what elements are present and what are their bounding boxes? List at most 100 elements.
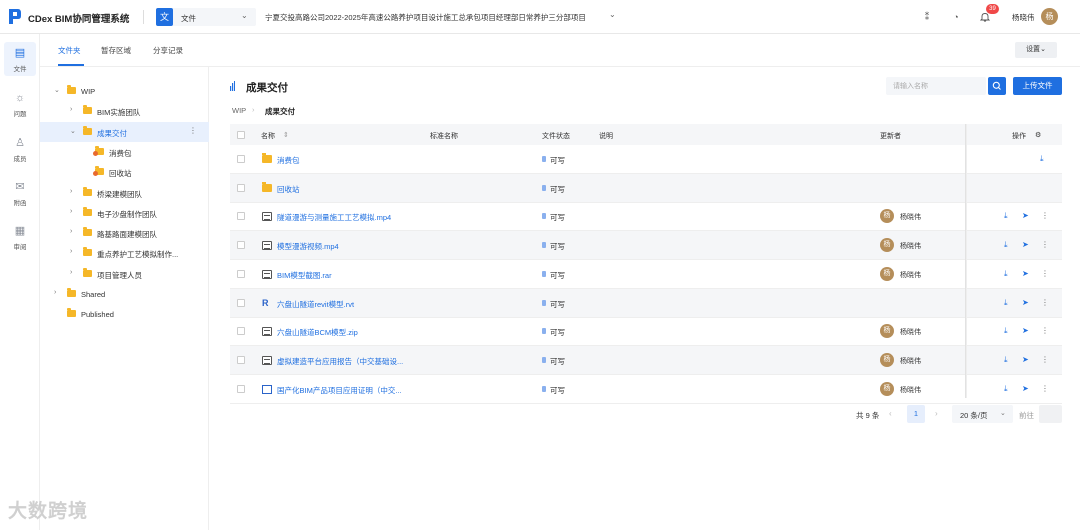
row-checkbox[interactable] xyxy=(237,241,245,250)
file-name-link[interactable]: 六盘山隧道revit模型.rvt xyxy=(277,299,354,310)
download-icon[interactable]: ⤓ xyxy=(1004,269,1008,279)
sort-icon[interactable]: ⇕ xyxy=(283,131,289,139)
table-row[interactable]: 消费包 可写 ⤓ xyxy=(230,145,1062,174)
row-checkbox[interactable] xyxy=(237,269,245,278)
table-row[interactable]: 回收站 可写 xyxy=(230,173,1062,203)
share-icon[interactable]: ➤ xyxy=(1022,240,1029,249)
chevron-right-icon[interactable]: › xyxy=(54,289,56,296)
tree-item[interactable]: › 桥梁建模团队 xyxy=(40,183,209,203)
settings-button[interactable]: 设置⌄ xyxy=(1015,42,1057,58)
file-name-link[interactable]: 国产化BIM产品项目应用证明（中交... xyxy=(277,385,402,396)
download-icon[interactable]: ⤓ xyxy=(1004,240,1008,250)
download-icon[interactable]: ⤓ xyxy=(1004,298,1008,308)
select-all-checkbox[interactable] xyxy=(237,131,245,139)
more-icon[interactable]: ⋮ xyxy=(1041,355,1049,364)
share-icon[interactable]: ➤ xyxy=(1022,326,1029,335)
tree-item[interactable]: › BIM实施团队 xyxy=(40,101,209,121)
file-name-link[interactable]: 消费包 xyxy=(277,155,300,166)
more-icon[interactable]: ⋮ xyxy=(1041,240,1049,249)
more-icon[interactable]: ⋮ xyxy=(1041,298,1049,307)
search-button[interactable] xyxy=(988,77,1006,95)
table-row[interactable]: 隧道漫游与测量施工工艺模拟.mp4 可写 杨杨晓伟 ⤓ ➤ ⋮ xyxy=(230,202,1062,232)
rail-item-files[interactable]: ▤ 文件 xyxy=(4,42,36,76)
more-icon[interactable]: ⋮ xyxy=(1041,269,1049,278)
table-row[interactable]: R 六盘山隧道revit模型.rvt 可写 ⤓ ➤ ⋮ xyxy=(230,288,1062,318)
tab-folders[interactable]: 文件夹 xyxy=(58,45,81,56)
share-icon[interactable]: ➤ xyxy=(1022,355,1029,364)
page-size-select[interactable]: 20 条/页 ⌄ xyxy=(952,405,1013,423)
table-row[interactable]: 国产化BIM产品项目应用证明（中交... 可写 杨杨晓伟 ⤓ ➤ ⋮ xyxy=(230,375,1062,404)
rail-item-mail[interactable]: ✉ 附函 xyxy=(4,176,36,210)
tree-item[interactable]: ⌄ WIP xyxy=(40,81,209,101)
translate-icon[interactable]: ⁑ xyxy=(918,8,936,26)
file-name-link[interactable]: BIM模型截图.rar xyxy=(277,270,332,281)
tree-item[interactable]: 回收站 xyxy=(40,162,209,182)
file-name-link[interactable]: 模型漫游视频.mp4 xyxy=(277,241,339,252)
more-icon[interactable]: ⋮ xyxy=(1041,211,1049,220)
row-checkbox[interactable] xyxy=(237,155,245,163)
column-name[interactable]: 名称 xyxy=(261,131,275,141)
goto-page-input[interactable] xyxy=(1039,405,1062,423)
share-icon[interactable]: ➤ xyxy=(1022,211,1029,220)
tab-staging[interactable]: 暂存区域 xyxy=(101,45,131,56)
row-checkbox[interactable] xyxy=(237,355,245,364)
download-icon[interactable]: ⤓ xyxy=(1004,355,1008,365)
table-row[interactable]: 模型漫游视频.mp4 可写 杨杨晓伟 ⤓ ➤ ⋮ xyxy=(230,231,1062,261)
download-icon[interactable]: ⤓ xyxy=(1004,326,1008,336)
search-input[interactable] xyxy=(886,77,986,95)
help-icon[interactable]: ◔ xyxy=(947,8,965,26)
share-icon[interactable]: ➤ xyxy=(1022,269,1029,278)
prev-page-icon[interactable]: ‹ xyxy=(889,409,892,418)
gear-icon[interactable]: ⚙ xyxy=(1035,131,1041,139)
row-checkbox[interactable] xyxy=(237,298,245,307)
tree-item[interactable]: › Shared xyxy=(40,284,209,304)
table-row[interactable]: BIM模型截图.rar 可写 杨杨晓伟 ⤓ ➤ ⋮ xyxy=(230,260,1062,289)
chevron-right-icon[interactable]: › xyxy=(70,228,72,235)
user-name[interactable]: 杨晓伟 xyxy=(1012,12,1035,23)
page-number[interactable]: 1 xyxy=(907,405,925,423)
file-name-link[interactable]: 隧道漫游与测量施工工艺模拟.mp4 xyxy=(277,212,391,223)
project-name[interactable]: 宁夏交投高路公司2022-2025年高速公路养护项目设计施工总承包项目经理部日常… xyxy=(265,12,586,23)
breadcrumb-root[interactable]: WIP xyxy=(232,106,246,115)
rail-item-review[interactable]: ▦ 审阅 xyxy=(4,220,36,254)
chevron-right-icon[interactable]: › xyxy=(70,208,72,215)
download-icon[interactable]: ⤓ xyxy=(1004,384,1008,394)
chevron-right-icon[interactable]: › xyxy=(70,248,72,255)
chevron-down-icon[interactable]: ⌄ xyxy=(70,127,76,135)
download-icon[interactable]: ⤓ xyxy=(1004,211,1008,221)
share-icon[interactable]: ➤ xyxy=(1022,384,1029,393)
file-name-link[interactable]: 六盘山隧道BCM模型.zip xyxy=(277,327,358,338)
rail-item-issues[interactable]: ☼ 问题 xyxy=(4,87,36,121)
file-name-link[interactable]: 虚拟建造平台应用报告（中交基础设... xyxy=(277,356,403,367)
row-checkbox[interactable] xyxy=(237,183,245,192)
tree-item[interactable]: › 电子沙盘制作团队 xyxy=(40,203,209,223)
download-icon[interactable]: ⤓ xyxy=(1040,154,1044,164)
avatar[interactable]: 杨 xyxy=(1041,8,1058,25)
chevron-right-icon[interactable]: › xyxy=(70,188,72,195)
workspace-select[interactable]: 文 文件 ⌄ xyxy=(156,8,256,26)
more-icon[interactable]: ⋮ xyxy=(189,126,197,135)
table-row[interactable]: 虚拟建造平台应用报告（中交基础设... 可写 杨杨晓伟 ⤓ ➤ ⋮ xyxy=(230,345,1062,375)
more-icon[interactable]: ⋮ xyxy=(1041,326,1049,335)
next-page-icon[interactable]: › xyxy=(935,409,938,418)
row-checkbox[interactable] xyxy=(237,212,245,221)
row-checkbox[interactable] xyxy=(237,327,245,336)
tree-item[interactable]: ⌄ 成果交付 ⋮ xyxy=(40,121,209,142)
more-icon[interactable]: ⋮ xyxy=(1041,384,1049,393)
chevron-down-icon[interactable]: ⌄ xyxy=(54,86,60,94)
upload-button[interactable]: 上传文件 xyxy=(1013,77,1062,95)
tree-item[interactable]: › 项目管理人员 xyxy=(40,264,209,284)
chevron-right-icon[interactable]: › xyxy=(70,269,72,276)
table-row[interactable]: 六盘山隧道BCM模型.zip 可写 杨杨晓伟 ⤓ ➤ ⋮ xyxy=(230,317,1062,347)
rail-item-members[interactable]: ♙ 成员 xyxy=(4,132,36,166)
row-checkbox[interactable] xyxy=(237,384,245,393)
chevron-down-icon[interactable]: ⌄ xyxy=(609,10,616,19)
tree-item[interactable]: › 路基路面建模团队 xyxy=(40,223,209,243)
tree-item[interactable]: 消费包 xyxy=(40,142,209,162)
file-name-link[interactable]: 回收站 xyxy=(277,184,300,195)
share-icon[interactable]: ➤ xyxy=(1022,298,1029,307)
tab-share-records[interactable]: 分享记录 xyxy=(153,45,183,56)
chevron-right-icon[interactable]: › xyxy=(70,106,72,113)
tree-item[interactable]: Published xyxy=(40,304,209,324)
tree-item[interactable]: › 重点养护工艺模拟制作... xyxy=(40,243,209,263)
